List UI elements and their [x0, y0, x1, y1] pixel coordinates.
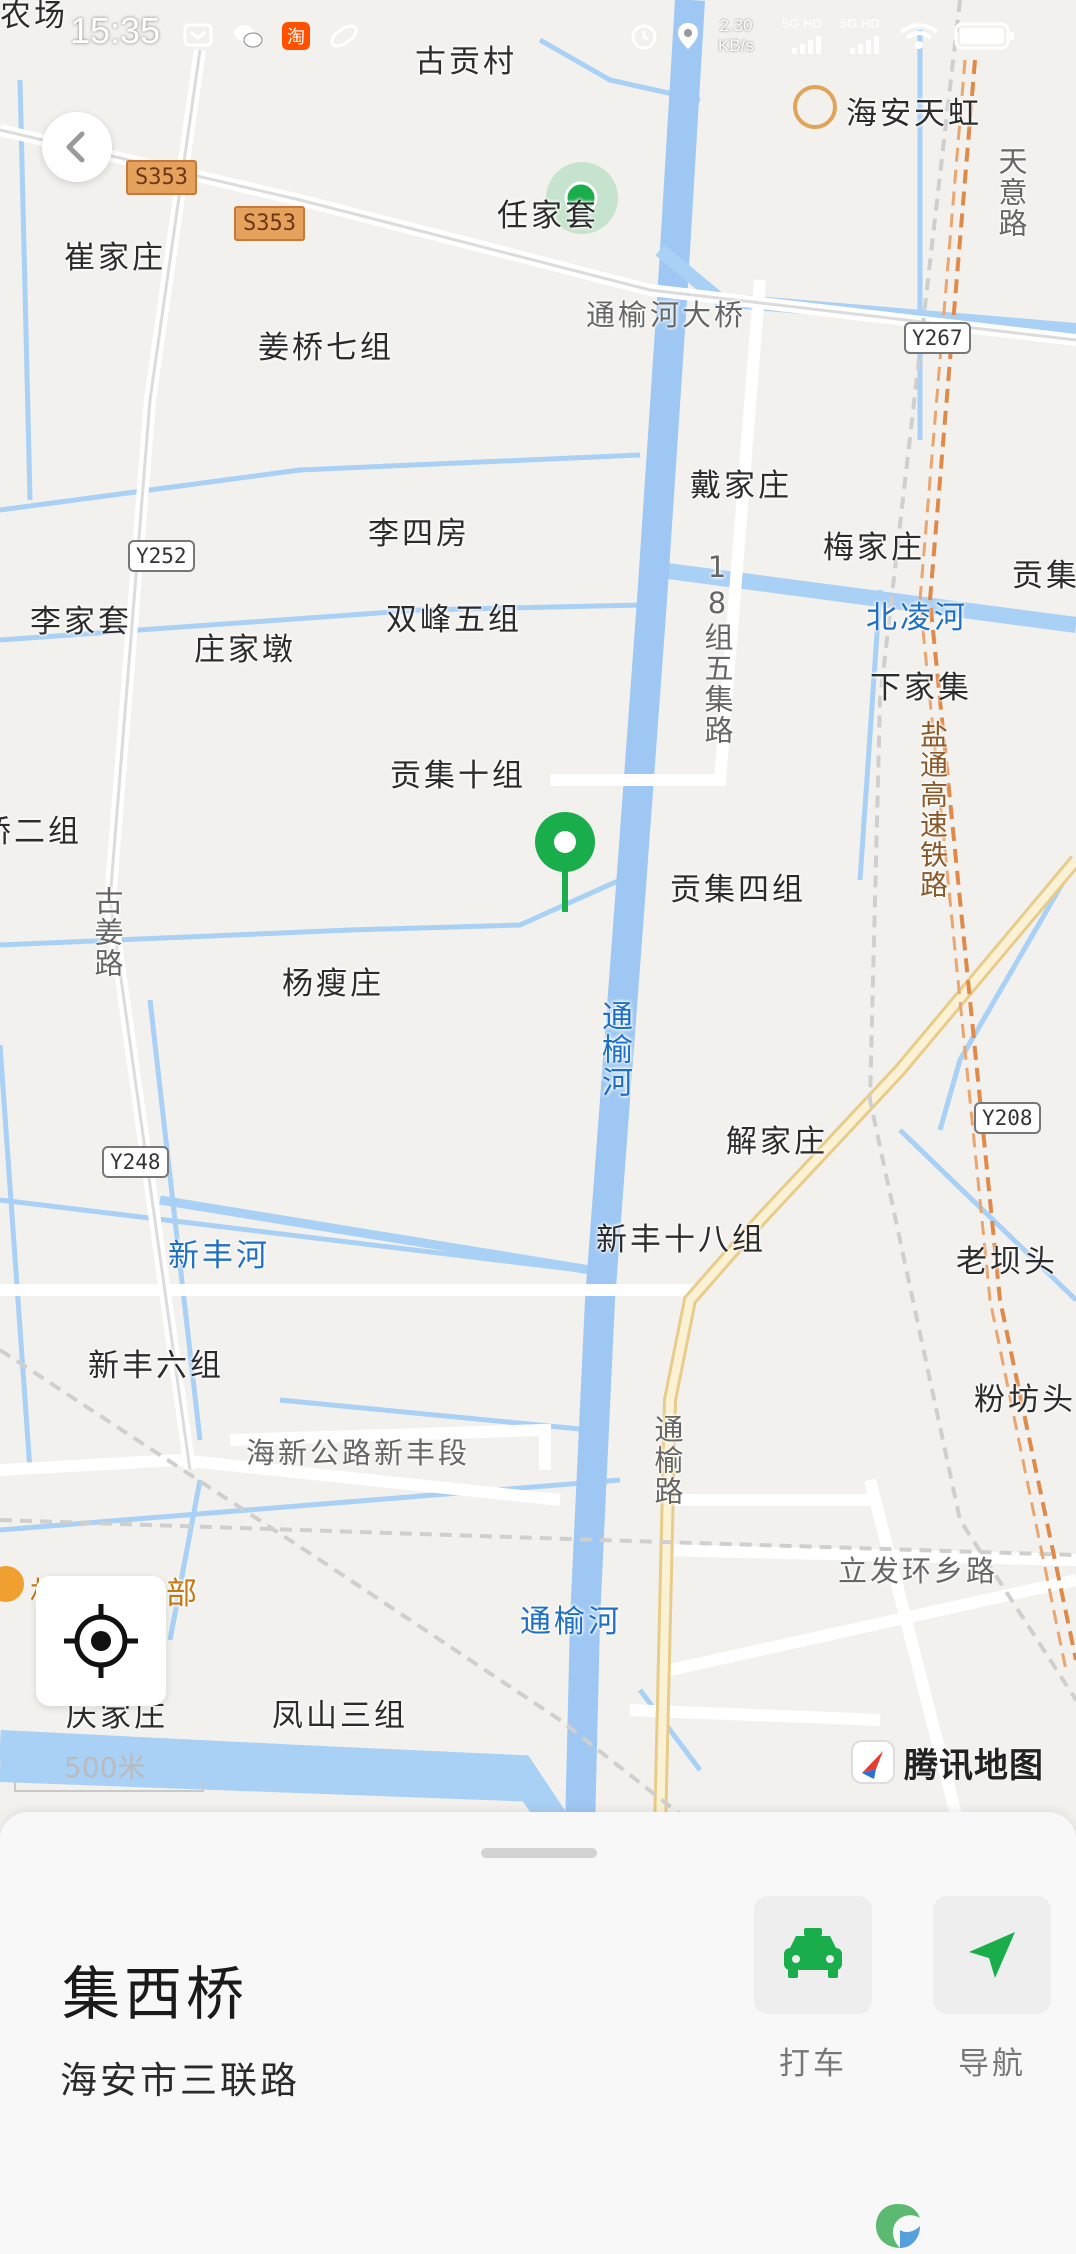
status-time: 15:35 — [70, 10, 161, 51]
crosshair-icon — [64, 1604, 138, 1678]
road-shield: S353 — [126, 160, 197, 195]
chevron-left-icon — [66, 131, 85, 163]
sms-blocker-icon — [183, 23, 213, 47]
wifi-icon — [899, 23, 939, 49]
map-label: 贡集 — [1012, 558, 1076, 594]
map-label: 新丰十八组 — [596, 1222, 766, 1258]
map-label: 北凌河 — [866, 600, 968, 636]
map-label: 崔家庄 — [64, 240, 166, 276]
tencent-map-logo-icon — [851, 1740, 895, 1784]
navigate-button-tile[interactable] — [933, 1896, 1051, 2014]
map-label: 新丰六组 — [88, 1348, 224, 1384]
map-label: 海安天虹 — [846, 96, 982, 132]
map-label: 通榆河大桥 — [586, 298, 747, 332]
battery-icon — [954, 22, 1014, 50]
taobao-icon: 淘 — [282, 22, 310, 50]
watermark-logo-icon — [876, 2204, 920, 2248]
map-label: 通榆河 — [520, 1604, 622, 1640]
map-scale: 500米 — [14, 1746, 204, 1792]
map-label: 任家套 — [497, 198, 599, 234]
map-label: 庄家墩 — [194, 632, 296, 668]
map-label: 古姜路 — [90, 886, 124, 979]
sim2-label: 5G HD — [840, 16, 880, 31]
map-label: 双峰五组 — [386, 602, 522, 638]
map-label: 粉坊头 — [974, 1382, 1076, 1418]
map-brand: 腾讯地图 — [850, 1738, 1044, 1786]
taxi-button-tile[interactable] — [754, 1896, 872, 2014]
place-detail-sheet[interactable]: 集西桥 海安市三联路 打车 导航 — [0, 1812, 1076, 2254]
navigate-label: 导航 — [958, 2046, 1026, 2082]
taxi-label: 打车 — [779, 2046, 847, 2082]
svg-text:淘: 淘 — [287, 27, 305, 48]
map-label: 18组五集路 — [700, 550, 734, 746]
map-label: 盐通高速铁路 — [916, 720, 949, 900]
navigate-button[interactable]: 导航 — [933, 1896, 1051, 2083]
scale-bar — [14, 1782, 204, 1792]
map-label: 姜桥七组 — [258, 330, 394, 366]
sheet-drag-handle[interactable] — [481, 1848, 597, 1858]
map-label: 下家集 — [870, 670, 972, 706]
map-view[interactable]: 农场 古贡村 海安天虹 任家套 崔家庄 通榆河大桥 天意路 姜桥七组 戴家庄 李… — [0, 0, 1076, 1830]
net-speed: 2.30 KB/s — [718, 16, 754, 56]
map-label: 贡集十组 — [390, 758, 526, 794]
map-label: 立发环乡路 — [838, 1554, 999, 1588]
location-icon — [678, 23, 698, 49]
wechat-icon — [234, 25, 263, 48]
sim1-label: 5G HD — [782, 16, 822, 31]
locate-me-button[interactable] — [36, 1576, 166, 1706]
status-bar: 15:35 淘 2.30 KB/s 5G HD 5G HD — [0, 0, 1076, 72]
road-shield: Y208 — [974, 1102, 1041, 1134]
map-label: 天意路 — [994, 146, 1028, 239]
taxi-button[interactable]: 打车 — [754, 1896, 872, 2083]
net-speed-value: 2.30 — [719, 16, 753, 35]
map-label: 贡集四组 — [670, 872, 806, 908]
road-shield: S353 — [234, 206, 305, 241]
map-label: 海新公路新丰段 — [246, 1436, 471, 1470]
map-label: 戴家庄 — [690, 468, 792, 504]
brand-name: 腾讯地图 — [904, 1745, 1044, 1786]
map-label: 桥二组 — [0, 814, 82, 850]
signal-icon — [850, 36, 879, 54]
signal-icon — [792, 36, 821, 54]
scale-label: 500米 — [64, 1751, 146, 1784]
map-label: 杨瘦庄 — [282, 966, 384, 1002]
planet-icon — [330, 24, 358, 48]
road-shield: Y267 — [904, 322, 971, 354]
map-label: 老坝头 — [956, 1244, 1058, 1280]
map-label: 梅家庄 — [823, 530, 925, 566]
navigation-arrow-icon — [969, 1932, 1015, 1978]
map-label: 通榆路 — [650, 1414, 684, 1507]
road-shield: Y248 — [102, 1146, 169, 1178]
mall-icon — [793, 85, 837, 129]
place-name: 集西桥 — [62, 1960, 249, 2028]
map-label: 李四房 — [368, 516, 470, 552]
map-label: 新丰河 — [168, 1238, 270, 1274]
place-address: 海安市三联路 — [60, 2059, 300, 2102]
poi-icon — [0, 1566, 24, 1602]
road-shield: Y252 — [128, 540, 195, 572]
map-label: 解家庄 — [726, 1124, 828, 1160]
alarm-icon — [631, 24, 657, 50]
taxi-icon — [784, 1928, 842, 1978]
map-label: 通榆河 — [596, 1000, 632, 1099]
map-label: 李家套 — [30, 604, 132, 640]
net-speed-unit: KB/s — [718, 36, 754, 55]
back-button[interactable] — [42, 112, 112, 182]
map-label: 凤山三组 — [272, 1698, 408, 1734]
